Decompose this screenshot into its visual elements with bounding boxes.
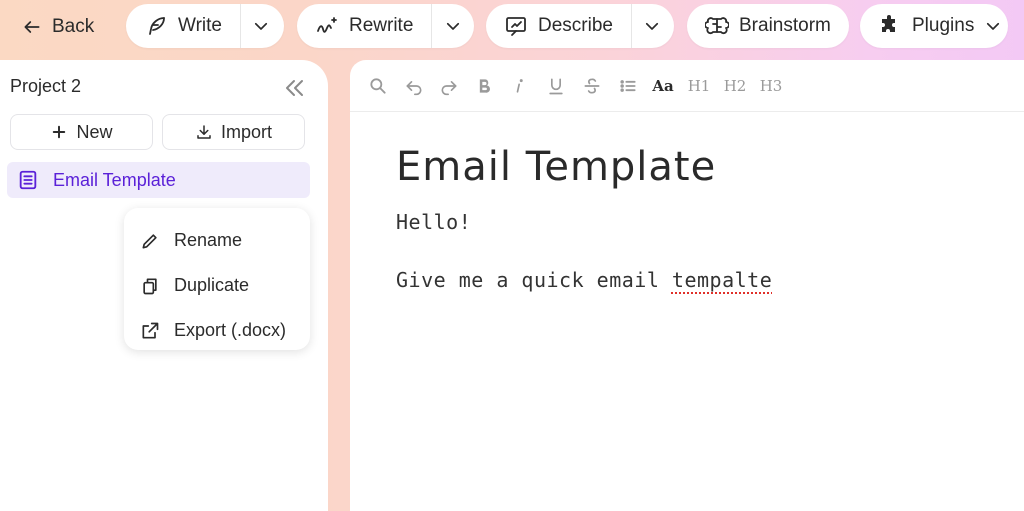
handwriting-sparkle-icon xyxy=(317,17,337,33)
document-paragraph[interactable]: Hello! xyxy=(396,210,471,234)
chevron-down-icon xyxy=(646,22,659,30)
paragraph-text: Give me a quick email xyxy=(396,268,672,292)
plugins-button[interactable]: Plugins xyxy=(860,4,1008,48)
feather-pen-icon xyxy=(149,17,165,35)
chevron-down-icon xyxy=(446,22,459,30)
document-context-menu: Rename Duplicate Export (.docx) xyxy=(124,208,310,350)
undo-button[interactable] xyxy=(402,74,426,98)
back-button[interactable]: Back xyxy=(22,12,94,42)
underline-button[interactable] xyxy=(544,74,568,98)
formatting-toolbar: Aa H1 H2 H3 xyxy=(350,60,1024,112)
import-button[interactable]: Import xyxy=(162,114,305,150)
describe-group: Describe xyxy=(486,4,674,48)
italic-icon xyxy=(516,79,523,93)
menu-item-duplicate[interactable]: Duplicate xyxy=(124,263,310,308)
presentation-icon xyxy=(506,17,526,36)
plus-icon xyxy=(53,125,66,139)
heading-2-button[interactable]: H2 xyxy=(723,74,747,98)
write-button[interactable]: Write xyxy=(126,4,240,48)
new-document-button[interactable]: New xyxy=(10,114,153,150)
collapse-sidebar-button[interactable] xyxy=(282,76,306,100)
menu-item-label: Duplicate xyxy=(174,275,250,295)
import-label: Import xyxy=(220,121,272,142)
document-item-label: Email Template xyxy=(53,169,176,190)
rewrite-button[interactable]: Rewrite xyxy=(297,4,431,48)
brainstorm-label: Brainstorm xyxy=(739,15,831,36)
describe-dropdown-button[interactable] xyxy=(630,4,673,48)
brainstorm-group: Brainstorm xyxy=(687,4,849,48)
plugins-label: Plugins xyxy=(912,15,975,36)
external-link-icon xyxy=(142,322,159,338)
brainstorm-button[interactable]: Brainstorm xyxy=(687,4,849,48)
misspelled-word[interactable]: tempalte xyxy=(672,268,772,292)
bold-button[interactable] xyxy=(472,74,496,98)
menu-item-rename[interactable]: Rename xyxy=(124,218,310,263)
menu-item-export-docx[interactable]: Export (.docx) xyxy=(124,308,310,353)
menu-item-label: Rename xyxy=(174,230,243,250)
search-icon xyxy=(370,78,386,94)
chevrons-left-icon xyxy=(286,80,303,96)
brain-icon xyxy=(705,17,729,35)
undo-icon xyxy=(406,81,422,96)
chevron-down-icon xyxy=(255,22,268,30)
search-button[interactable] xyxy=(366,74,390,98)
bullet-list-icon xyxy=(620,80,636,92)
bold-icon xyxy=(479,79,491,93)
describe-label: Describe xyxy=(538,15,613,36)
puzzle-piece-icon xyxy=(882,15,895,32)
strikethrough-button[interactable] xyxy=(580,74,604,98)
font-size-button[interactable]: Aa xyxy=(651,74,675,98)
download-icon xyxy=(197,125,211,139)
write-label: Write xyxy=(178,15,222,36)
document-paragraph[interactable]: Give me a quick email tempalte xyxy=(396,268,772,292)
back-label: Back xyxy=(52,16,95,37)
document-icon xyxy=(19,170,37,190)
heading-3-button[interactable]: H3 xyxy=(759,74,783,98)
rewrite-group: Rewrite xyxy=(297,4,474,48)
menu-item-label: Export (.docx) xyxy=(174,320,287,340)
underline-icon xyxy=(549,78,563,95)
duplicate-icon xyxy=(143,278,157,294)
document-item-email-template[interactable]: Email Template xyxy=(7,162,310,198)
top-toolbar: Back Write Rewrite Describe Brainstorm P… xyxy=(0,0,1024,60)
new-label: New xyxy=(76,121,113,142)
pencil-icon xyxy=(142,233,157,248)
editor-panel: Aa H1 H2 H3 Email Template Hello! Give m… xyxy=(350,60,1024,511)
project-title: Project 2 xyxy=(10,76,82,96)
strikethrough-icon xyxy=(584,78,600,94)
heading-1-button[interactable]: H1 xyxy=(687,74,711,98)
bullet-list-button[interactable] xyxy=(616,74,640,98)
document-title[interactable]: Email Template xyxy=(396,144,716,190)
italic-button[interactable] xyxy=(508,74,532,98)
arrow-left-icon xyxy=(24,21,40,33)
redo-icon xyxy=(441,81,457,96)
rewrite-dropdown-button[interactable] xyxy=(431,4,473,48)
chevron-down-icon xyxy=(987,22,1000,30)
write-group: Write xyxy=(126,4,284,48)
write-dropdown-button[interactable] xyxy=(239,4,282,48)
rewrite-label: Rewrite xyxy=(349,15,414,36)
plugins-group: Plugins xyxy=(860,4,1008,48)
redo-button[interactable] xyxy=(437,74,461,98)
describe-button[interactable]: Describe xyxy=(486,4,631,48)
